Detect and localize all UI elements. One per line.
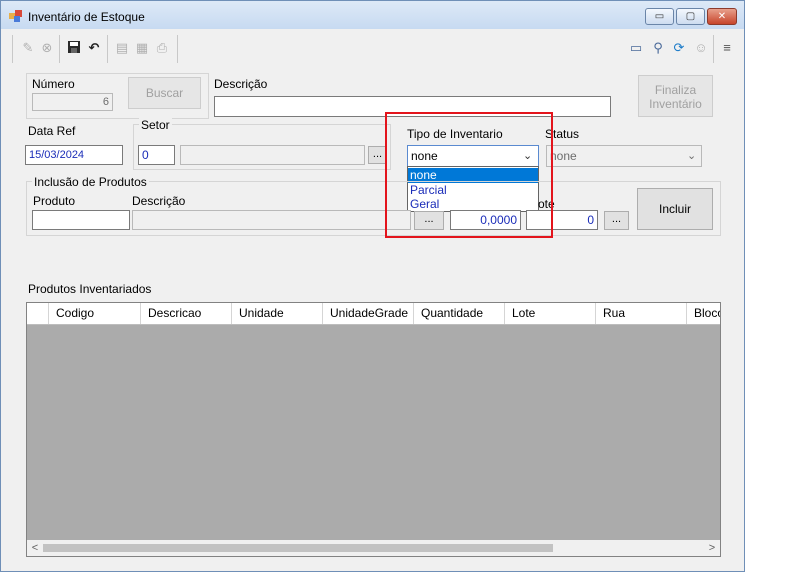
produtos-grid[interactable]: Codigo Descricao Unidade UnidadeGrade Qu… (26, 302, 721, 557)
setor-code-input[interactable]: 0 (138, 145, 175, 165)
setor-name-field (180, 145, 365, 165)
toolbar-separator (177, 35, 178, 63)
refresh-icon[interactable]: ⟳ (671, 40, 687, 56)
edit-icon[interactable]: ✎ (20, 40, 36, 56)
minimize-button[interactable]: ▭ (645, 8, 674, 25)
data-ref-label: Data Ref (28, 124, 76, 138)
grid-header: Codigo Descricao Unidade UnidadeGrade Qu… (27, 303, 720, 325)
print-icon[interactable]: ⎙ (154, 40, 170, 56)
app-icon (9, 10, 22, 22)
card-icon[interactable]: ▭ (628, 40, 644, 56)
user-icon[interactable]: ☺ (693, 40, 709, 56)
report-icon[interactable]: ▦ (134, 40, 150, 56)
list-icon[interactable]: ▤ (114, 40, 130, 56)
finaliza-label-line2: Inventário (649, 97, 702, 111)
scroll-right-icon[interactable]: > (704, 540, 720, 556)
scrollbar-thumb[interactable] (43, 544, 553, 552)
toolbar-separator (59, 35, 60, 63)
produto-descricao-field (132, 210, 411, 230)
column-descricao[interactable]: Descricao (140, 303, 231, 324)
row-header-corner (27, 303, 48, 324)
toolbar-separator (713, 35, 714, 63)
maximize-button[interactable]: ▢ (676, 8, 705, 25)
data-ref-input[interactable]: 15/03/2024 (25, 145, 123, 165)
status-select[interactable]: none (546, 145, 702, 167)
column-unidade-grade[interactable]: UnidadeGrade (322, 303, 413, 324)
undo-icon[interactable]: ↶ (86, 40, 102, 56)
incluir-button[interactable]: Incluir (637, 188, 713, 230)
search-users-icon[interactable]: ⚲ (650, 40, 666, 56)
main-window: Inventário de Estoque ▭ ▢ ✕ ✎ ⊗ ↶ ▤ ▦ ⎙ … (0, 0, 745, 572)
toolbar-separator (12, 35, 13, 63)
produto-input[interactable] (32, 210, 130, 230)
numero-field[interactable]: 6 (32, 93, 113, 111)
buscar-button[interactable]: Buscar (128, 77, 201, 109)
column-codigo[interactable]: Codigo (48, 303, 140, 324)
column-quantidade[interactable]: Quantidade (413, 303, 504, 324)
descricao-label: Descrição (214, 77, 268, 91)
save-icon[interactable] (66, 40, 82, 56)
highlight-box (385, 112, 553, 238)
column-lote[interactable]: Lote (504, 303, 595, 324)
title-bar[interactable]: Inventário de Estoque ▭ ▢ ✕ (1, 1, 744, 29)
cancel-icon[interactable]: ⊗ (39, 40, 55, 56)
produto-label: Produto (33, 194, 76, 208)
toolbar-separator (107, 35, 108, 63)
window-title: Inventário de Estoque (28, 10, 145, 24)
column-unidade[interactable]: Unidade (231, 303, 322, 324)
inclusao-group-label: Inclusão de Produtos (32, 175, 149, 189)
produto-descricao-label: Descrição (132, 194, 186, 208)
numero-label: Número (32, 77, 75, 91)
menu-icon[interactable]: ≡ (719, 40, 735, 56)
scroll-left-icon[interactable]: < (27, 540, 43, 556)
lote-lookup-button[interactable]: ... (604, 211, 629, 230)
status-select-value: none (550, 149, 577, 163)
chevron-down-icon: ⌄ (687, 150, 697, 162)
setor-label: Setor (139, 118, 172, 132)
close-button[interactable]: ✕ (707, 8, 737, 25)
finaliza-inventario-button[interactable]: Finaliza Inventário (638, 75, 713, 117)
grid-label: Produtos Inventariados (28, 282, 152, 296)
column-bloco[interactable]: Bloco (686, 303, 720, 324)
column-rua[interactable]: Rua (595, 303, 686, 324)
finaliza-label-line1: Finaliza (654, 83, 697, 97)
